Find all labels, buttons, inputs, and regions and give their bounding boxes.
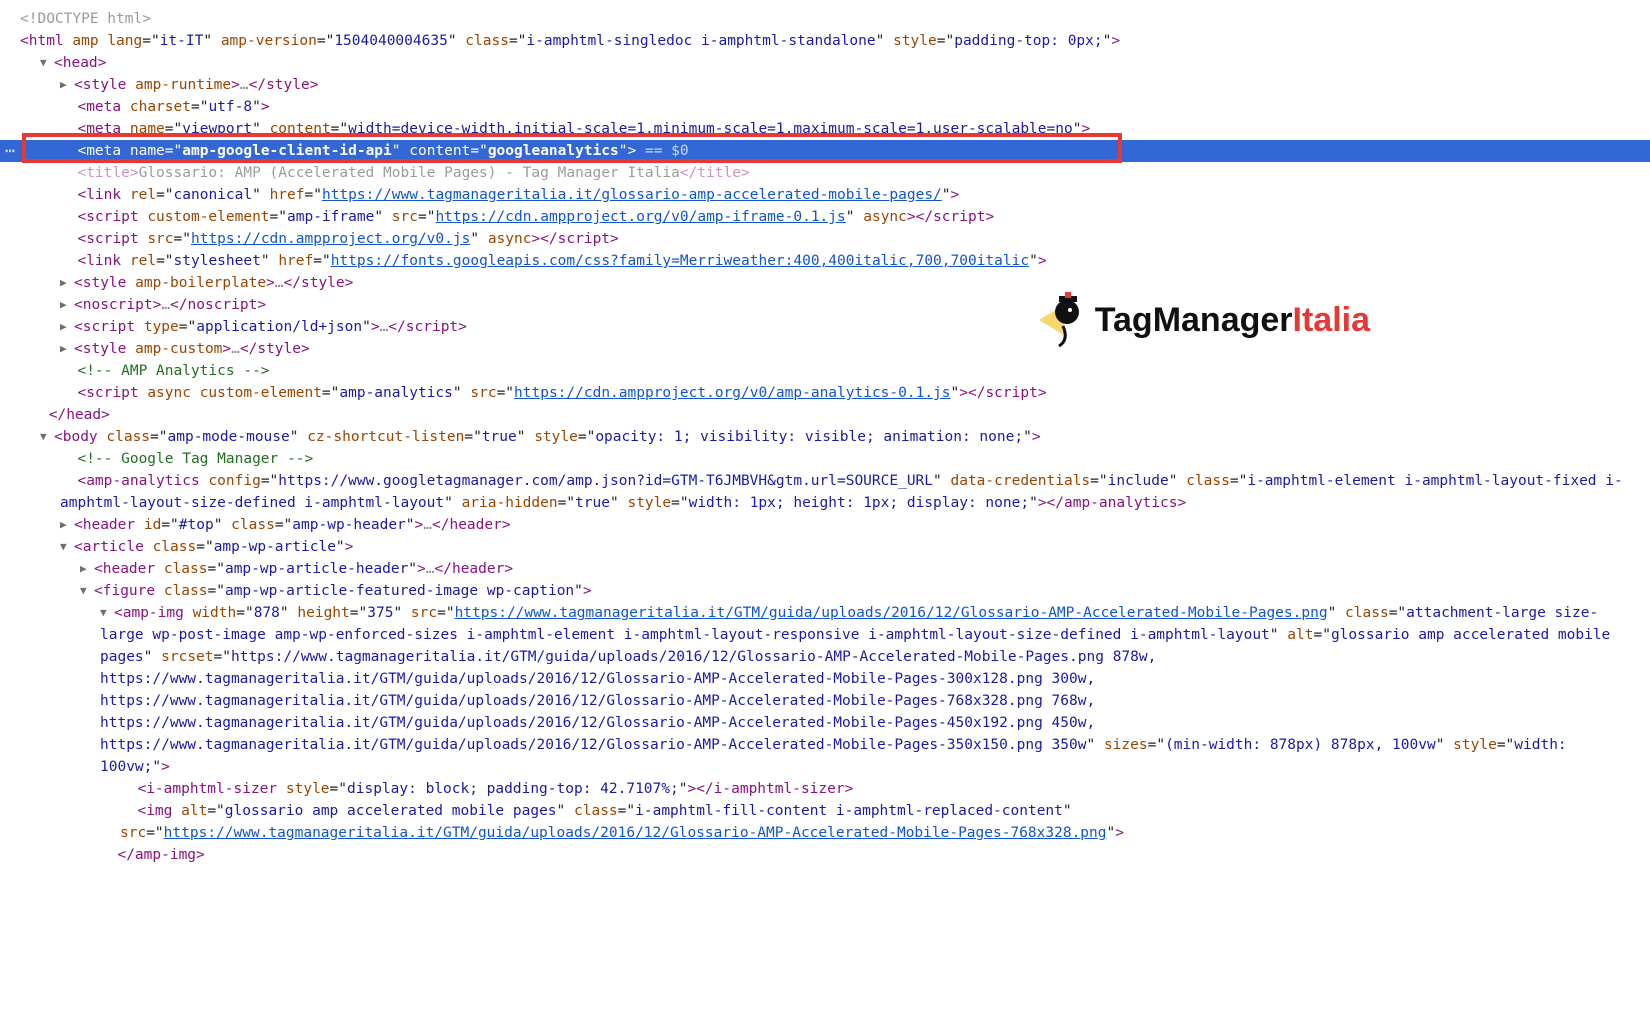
- style-runtime[interactable]: <style amp-runtime>…</style>: [0, 74, 1650, 96]
- selected-line-wrapper: ⋯ <meta name="amp-google-client-id-api" …: [0, 140, 1650, 162]
- link-fonts[interactable]: <link rel="stylesheet" href="https://fon…: [0, 250, 1650, 272]
- expand-icon[interactable]: [60, 514, 74, 536]
- expand-icon[interactable]: [60, 272, 74, 294]
- expand-icon[interactable]: [60, 294, 74, 316]
- header-el[interactable]: <header id="#top" class="amp-wp-header">…: [0, 514, 1650, 536]
- link-canonical[interactable]: <link rel="canonical" href="https://www.…: [0, 184, 1650, 206]
- amp-img-close: </amp-img>: [0, 844, 1650, 866]
- meta-charset[interactable]: <meta charset="utf-8">: [0, 96, 1650, 118]
- head-close: </head>: [0, 404, 1650, 426]
- expand-icon[interactable]: [100, 602, 114, 624]
- body-open[interactable]: <body class="amp-mode-mouse" cz-shortcut…: [0, 426, 1650, 448]
- script-amp-iframe[interactable]: <script custom-element="amp-iframe" src=…: [0, 206, 1650, 228]
- woodpecker-icon: [1029, 290, 1089, 350]
- comment-analytics: <!-- AMP Analytics -->: [0, 360, 1650, 382]
- script-v0[interactable]: <script src="https://cdn.ampproject.org/…: [0, 228, 1650, 250]
- noscript[interactable]: <noscript>…</noscript>: [0, 294, 1650, 316]
- meta-viewport[interactable]: <meta name="viewport" content="width=dev…: [0, 118, 1650, 140]
- head-open[interactable]: <head>: [0, 52, 1650, 74]
- expand-icon[interactable]: [80, 580, 94, 602]
- breakpoint-gutter[interactable]: ⋯: [0, 140, 20, 162]
- doctype-line: <!DOCTYPE html>: [0, 8, 1650, 30]
- title-line[interactable]: <title>Glossario: AMP (Accelerated Mobil…: [0, 162, 1650, 184]
- article-open[interactable]: <article class="amp-wp-article">: [0, 536, 1650, 558]
- img-el[interactable]: <img alt="glossario amp accelerated mobi…: [0, 800, 1650, 844]
- amp-img-open[interactable]: <amp-img width="878" height="375" src="h…: [0, 602, 1650, 778]
- expand-icon[interactable]: [40, 52, 54, 74]
- expand-icon[interactable]: [60, 338, 74, 360]
- article-header[interactable]: <header class="amp-wp-article-header">…<…: [0, 558, 1650, 580]
- script-amp-analytics[interactable]: <script async custom-element="amp-analyt…: [0, 382, 1650, 404]
- expand-icon[interactable]: [60, 536, 74, 558]
- expand-icon[interactable]: [80, 558, 94, 580]
- sizer[interactable]: <i-amphtml-sizer style="display: block; …: [0, 778, 1650, 800]
- amp-analytics-el[interactable]: <amp-analytics config="https://www.googl…: [0, 470, 1650, 514]
- figure-open[interactable]: <figure class="amp-wp-article-featured-i…: [0, 580, 1650, 602]
- meta-selected[interactable]: <meta name="amp-google-client-id-api" co…: [0, 140, 1650, 162]
- expand-icon[interactable]: [40, 426, 54, 448]
- logo: TagManagerItalia: [1029, 290, 1370, 350]
- expand-icon[interactable]: [60, 316, 74, 338]
- html-open[interactable]: <html amp lang="it-IT" amp-version="1504…: [0, 30, 1650, 52]
- style-custom[interactable]: <style amp-custom>…</style>: [0, 338, 1650, 360]
- expand-icon[interactable]: [60, 74, 74, 96]
- style-boilerplate[interactable]: <style amp-boilerplate>…</style>: [0, 272, 1650, 294]
- script-ldjson[interactable]: <script type="application/ld+json">…</sc…: [0, 316, 1650, 338]
- comment-gtm: <!-- Google Tag Manager -->: [0, 448, 1650, 470]
